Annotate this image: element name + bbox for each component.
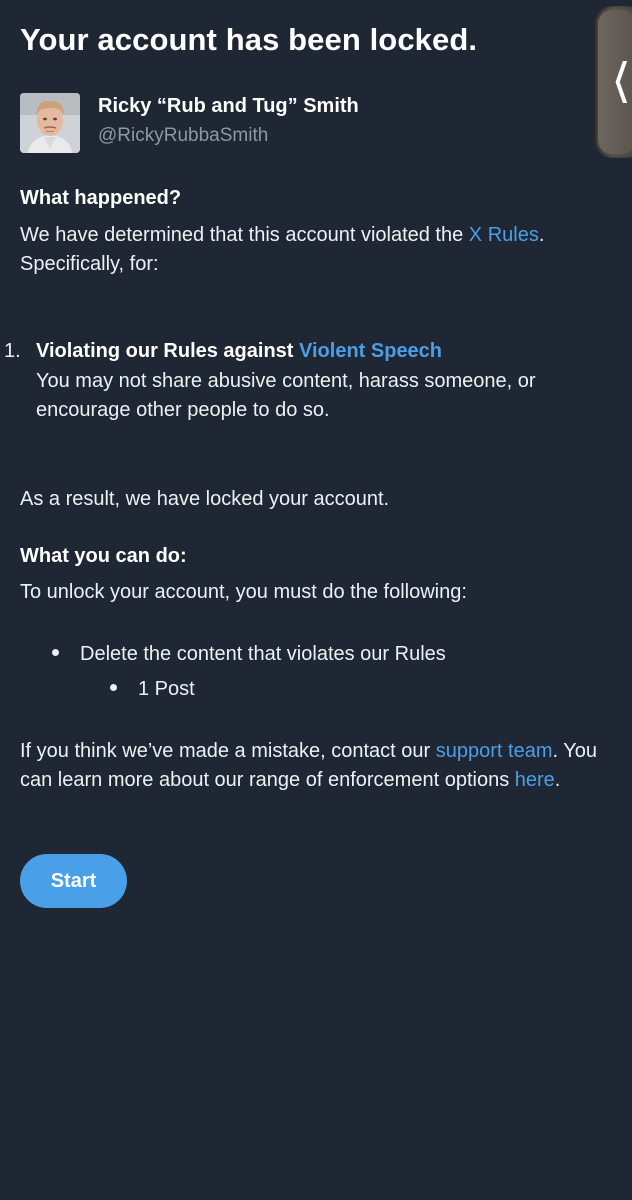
unlock-step-text: Delete the content that violates our Rul… bbox=[80, 643, 446, 665]
x-rules-link[interactable]: X Rules bbox=[469, 224, 539, 246]
violation-title-prefix: Violating our Rules against bbox=[36, 340, 300, 362]
violation-description: You may not share abusive content, haras… bbox=[36, 370, 536, 421]
mistake-text-start: If you think we’ve made a mistake, conta… bbox=[20, 740, 436, 762]
mistake-text: If you think we’ve made a mistake, conta… bbox=[20, 737, 616, 795]
start-button[interactable]: Start bbox=[20, 854, 127, 908]
violation-title: Violating our Rules against Violent Spee… bbox=[36, 337, 442, 366]
result-text: As a result, we have locked your account… bbox=[20, 488, 390, 510]
unlock-sub-item-text: 1 Post bbox=[138, 678, 195, 700]
side-panel-tab[interactable]: ❬ bbox=[594, 6, 632, 158]
bullet-icon bbox=[110, 684, 117, 692]
here-link[interactable]: here bbox=[515, 769, 555, 791]
unlock-intro-text: To unlock your account, you must do the … bbox=[20, 581, 467, 603]
avatar-photo bbox=[20, 93, 80, 153]
what-happened-text-start: We have determined that this account vio… bbox=[20, 224, 469, 246]
mistake-text-end: . bbox=[554, 769, 561, 791]
support-team-link[interactable]: support team bbox=[436, 740, 553, 762]
what-happened-text: We have determined that this account vio… bbox=[20, 221, 616, 279]
violent-speech-link[interactable]: Violent Speech bbox=[299, 340, 442, 362]
bullet-icon bbox=[52, 649, 59, 657]
violation-number: 1. bbox=[4, 340, 21, 362]
unlock-step-item: Delete the content that violates our Rul… bbox=[52, 640, 446, 669]
profile-handle: @RickyRubbaSmith bbox=[98, 125, 269, 146]
chevron-left-icon: ❬ bbox=[609, 54, 632, 103]
unlock-sub-item: 1 Post bbox=[110, 675, 195, 704]
what-you-can-do-heading: What you can do: bbox=[20, 545, 187, 567]
page-title: Your account has been locked. bbox=[20, 22, 478, 57]
locked-account-page: Your account has been locked. ❬ Ricky “R… bbox=[0, 0, 632, 1200]
avatar bbox=[20, 93, 80, 153]
what-happened-heading: What happened? bbox=[20, 187, 182, 209]
profile-display-name: Ricky “Rub and Tug” Smith bbox=[98, 95, 359, 117]
